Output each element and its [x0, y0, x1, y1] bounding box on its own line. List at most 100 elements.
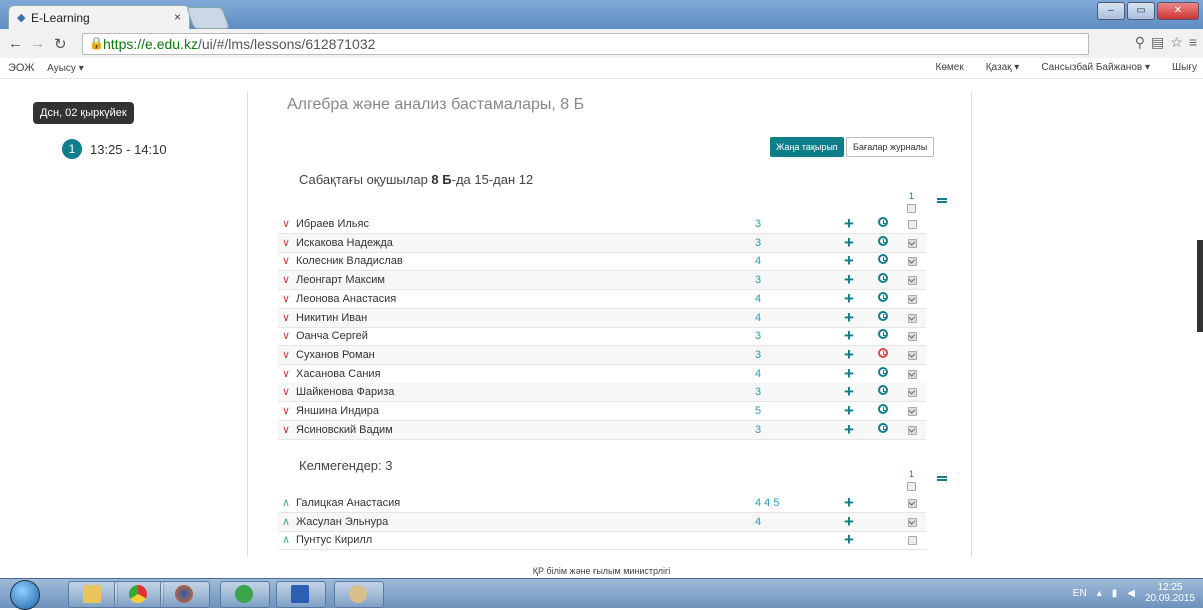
language-indicator[interactable]: EN	[1073, 588, 1087, 599]
attendance-checkbox[interactable]	[908, 425, 917, 435]
zoom-icon[interactable]: ⚲	[1135, 34, 1145, 51]
maximize-button[interactable]: ▭	[1127, 2, 1155, 20]
tray-expand-icon[interactable]: ▴	[1097, 588, 1102, 599]
add-grade-icon[interactable]: +	[844, 345, 854, 365]
attendance-checkbox[interactable]	[908, 350, 917, 360]
add-grade-icon[interactable]: +	[844, 420, 854, 440]
add-grade-icon[interactable]: +	[844, 289, 854, 309]
student-row[interactable]: ∨ Хасанова Сания 4 +	[278, 364, 926, 384]
student-row[interactable]: ∨ Никитин Иван 4 +	[278, 308, 926, 328]
chevron-down-icon[interactable]: ∨	[282, 348, 290, 361]
column-number[interactable]: 1	[909, 469, 914, 479]
chevron-down-icon[interactable]: ∨	[282, 217, 290, 230]
lesson-slot[interactable]: 1 13:25 - 14:10	[62, 139, 167, 159]
new-tab-button[interactable]	[185, 7, 231, 29]
attendance-checkbox[interactable]	[908, 332, 917, 342]
student-row[interactable]: ∧ Жасулан Эльнура 4 +	[278, 512, 926, 532]
word-taskbar-button[interactable]	[276, 581, 326, 608]
add-grade-icon[interactable]: +	[844, 530, 854, 550]
list-view-icon[interactable]	[937, 476, 947, 483]
add-grade-icon[interactable]: +	[844, 382, 854, 402]
add-grade-icon[interactable]: +	[844, 401, 854, 421]
add-grade-icon[interactable]: +	[844, 270, 854, 290]
attendance-checkbox[interactable]	[908, 407, 917, 416]
chevron-down-icon[interactable]: ∨	[282, 423, 290, 436]
utorrent-taskbar-button[interactable]	[220, 581, 270, 608]
attendance-checkbox[interactable]	[908, 276, 917, 286]
student-row[interactable]: ∨ Суханов Роман 3 +	[278, 345, 926, 365]
add-grade-icon[interactable]: +	[844, 512, 854, 532]
column-number[interactable]: 1	[909, 191, 914, 201]
network-icon[interactable]: ▮	[1112, 588, 1118, 599]
menu-icon[interactable]: ≡	[1189, 34, 1197, 51]
student-grade[interactable]: 4 4 5	[755, 497, 779, 509]
student-grade[interactable]: 3	[755, 349, 761, 361]
start-button[interactable]	[10, 580, 40, 610]
student-grade[interactable]: 3	[755, 218, 761, 230]
select-all-checkbox[interactable]	[907, 482, 916, 491]
chevron-up-icon[interactable]: ∧	[282, 533, 290, 546]
clock-icon[interactable]	[878, 385, 888, 396]
clock-icon[interactable]	[878, 254, 888, 265]
grades-journal-button[interactable]: Бағалар журналы	[846, 137, 935, 157]
chevron-up-icon[interactable]: ∧	[282, 496, 290, 509]
attendance-checkbox[interactable]	[908, 388, 917, 398]
student-row[interactable]: ∧ Галицкая Анастасия 4 4 5 +	[278, 493, 926, 513]
chevron-down-icon[interactable]: ∨	[282, 404, 290, 417]
user-menu[interactable]: Сансызбай Байжанов ▾	[1041, 62, 1150, 73]
student-grade[interactable]: 3	[755, 386, 761, 398]
add-grade-icon[interactable]: +	[844, 233, 854, 253]
attendance-checkbox[interactable]	[908, 499, 917, 508]
explorer-taskbar-button[interactable]	[68, 581, 118, 608]
brand-link[interactable]: ЭОЖ	[8, 62, 34, 74]
student-grade[interactable]: 4	[755, 293, 761, 305]
minimize-button[interactable]: –	[1097, 2, 1125, 20]
list-view-icon[interactable]	[937, 198, 947, 205]
attendance-checkbox[interactable]	[908, 369, 917, 379]
clock-icon[interactable]	[878, 291, 888, 302]
student-row[interactable]: ∨ Ясиновский Вадим 3 +	[278, 420, 926, 440]
switch-menu[interactable]: Ауысу ▾	[47, 63, 84, 74]
student-row[interactable]: ∧ Пунтус Кирилл +	[278, 530, 926, 551]
add-grade-icon[interactable]: +	[844, 326, 854, 346]
student-grade[interactable]: 3	[755, 330, 761, 342]
add-grade-icon[interactable]: +	[844, 214, 854, 234]
firefox-taskbar-button[interactable]	[160, 581, 210, 608]
student-row[interactable]: ∨ Шайкенова Фариза 3 +	[278, 382, 926, 403]
add-grade-icon[interactable]: +	[844, 308, 854, 328]
logout-link[interactable]: Шығу	[1172, 62, 1197, 73]
chevron-down-icon[interactable]: ∨	[282, 292, 290, 305]
reload-icon[interactable]: ↻	[54, 35, 67, 53]
chevron-down-icon[interactable]: ∨	[282, 254, 290, 267]
add-grade-icon[interactable]: +	[844, 251, 854, 271]
attendance-checkbox[interactable]	[908, 220, 917, 229]
attendance-checkbox[interactable]	[908, 313, 917, 323]
bookmark-star-icon[interactable]: ☆	[1170, 34, 1183, 51]
chrome-taskbar-button[interactable]	[114, 581, 164, 608]
system-clock[interactable]: 12:25 20.09.2015	[1145, 582, 1195, 604]
chevron-down-icon[interactable]: ∨	[282, 367, 290, 380]
url-input[interactable]: 🔒 https://e.edu.kz/ui/#/lms/lessons/6128…	[82, 33, 1089, 55]
student-row[interactable]: ∨ Колесник Владислав 4 +	[278, 251, 926, 272]
clock-icon[interactable]	[878, 235, 888, 246]
student-row[interactable]: ∨ Яншина Индира 5 +	[278, 401, 926, 421]
window-close-button[interactable]: ✕	[1157, 2, 1199, 20]
back-arrow-icon[interactable]: ←	[8, 35, 23, 52]
clock-icon[interactable]	[878, 273, 888, 284]
student-grade[interactable]: 4	[755, 368, 761, 380]
student-row[interactable]: ∨ Леонгарт Максим 3 +	[278, 270, 926, 291]
student-row[interactable]: ∨ Леонова Анастасия 4 +	[278, 289, 926, 309]
student-grade[interactable]: 4	[755, 255, 761, 267]
chevron-up-icon[interactable]: ∧	[282, 515, 290, 528]
clock-icon[interactable]	[878, 329, 888, 340]
student-row[interactable]: ∨ Оанча Сергей 3 +	[278, 326, 926, 347]
add-grade-icon[interactable]: +	[844, 493, 854, 513]
paint-taskbar-button[interactable]	[334, 581, 384, 608]
attendance-checkbox[interactable]	[908, 294, 917, 304]
student-grade[interactable]: 4	[755, 516, 761, 528]
tab-close-icon[interactable]: ×	[174, 10, 181, 24]
chevron-down-icon[interactable]: ∨	[282, 329, 290, 342]
student-grade[interactable]: 3	[755, 274, 761, 286]
select-all-checkbox[interactable]	[907, 204, 916, 213]
help-link[interactable]: Көмек	[936, 62, 964, 73]
